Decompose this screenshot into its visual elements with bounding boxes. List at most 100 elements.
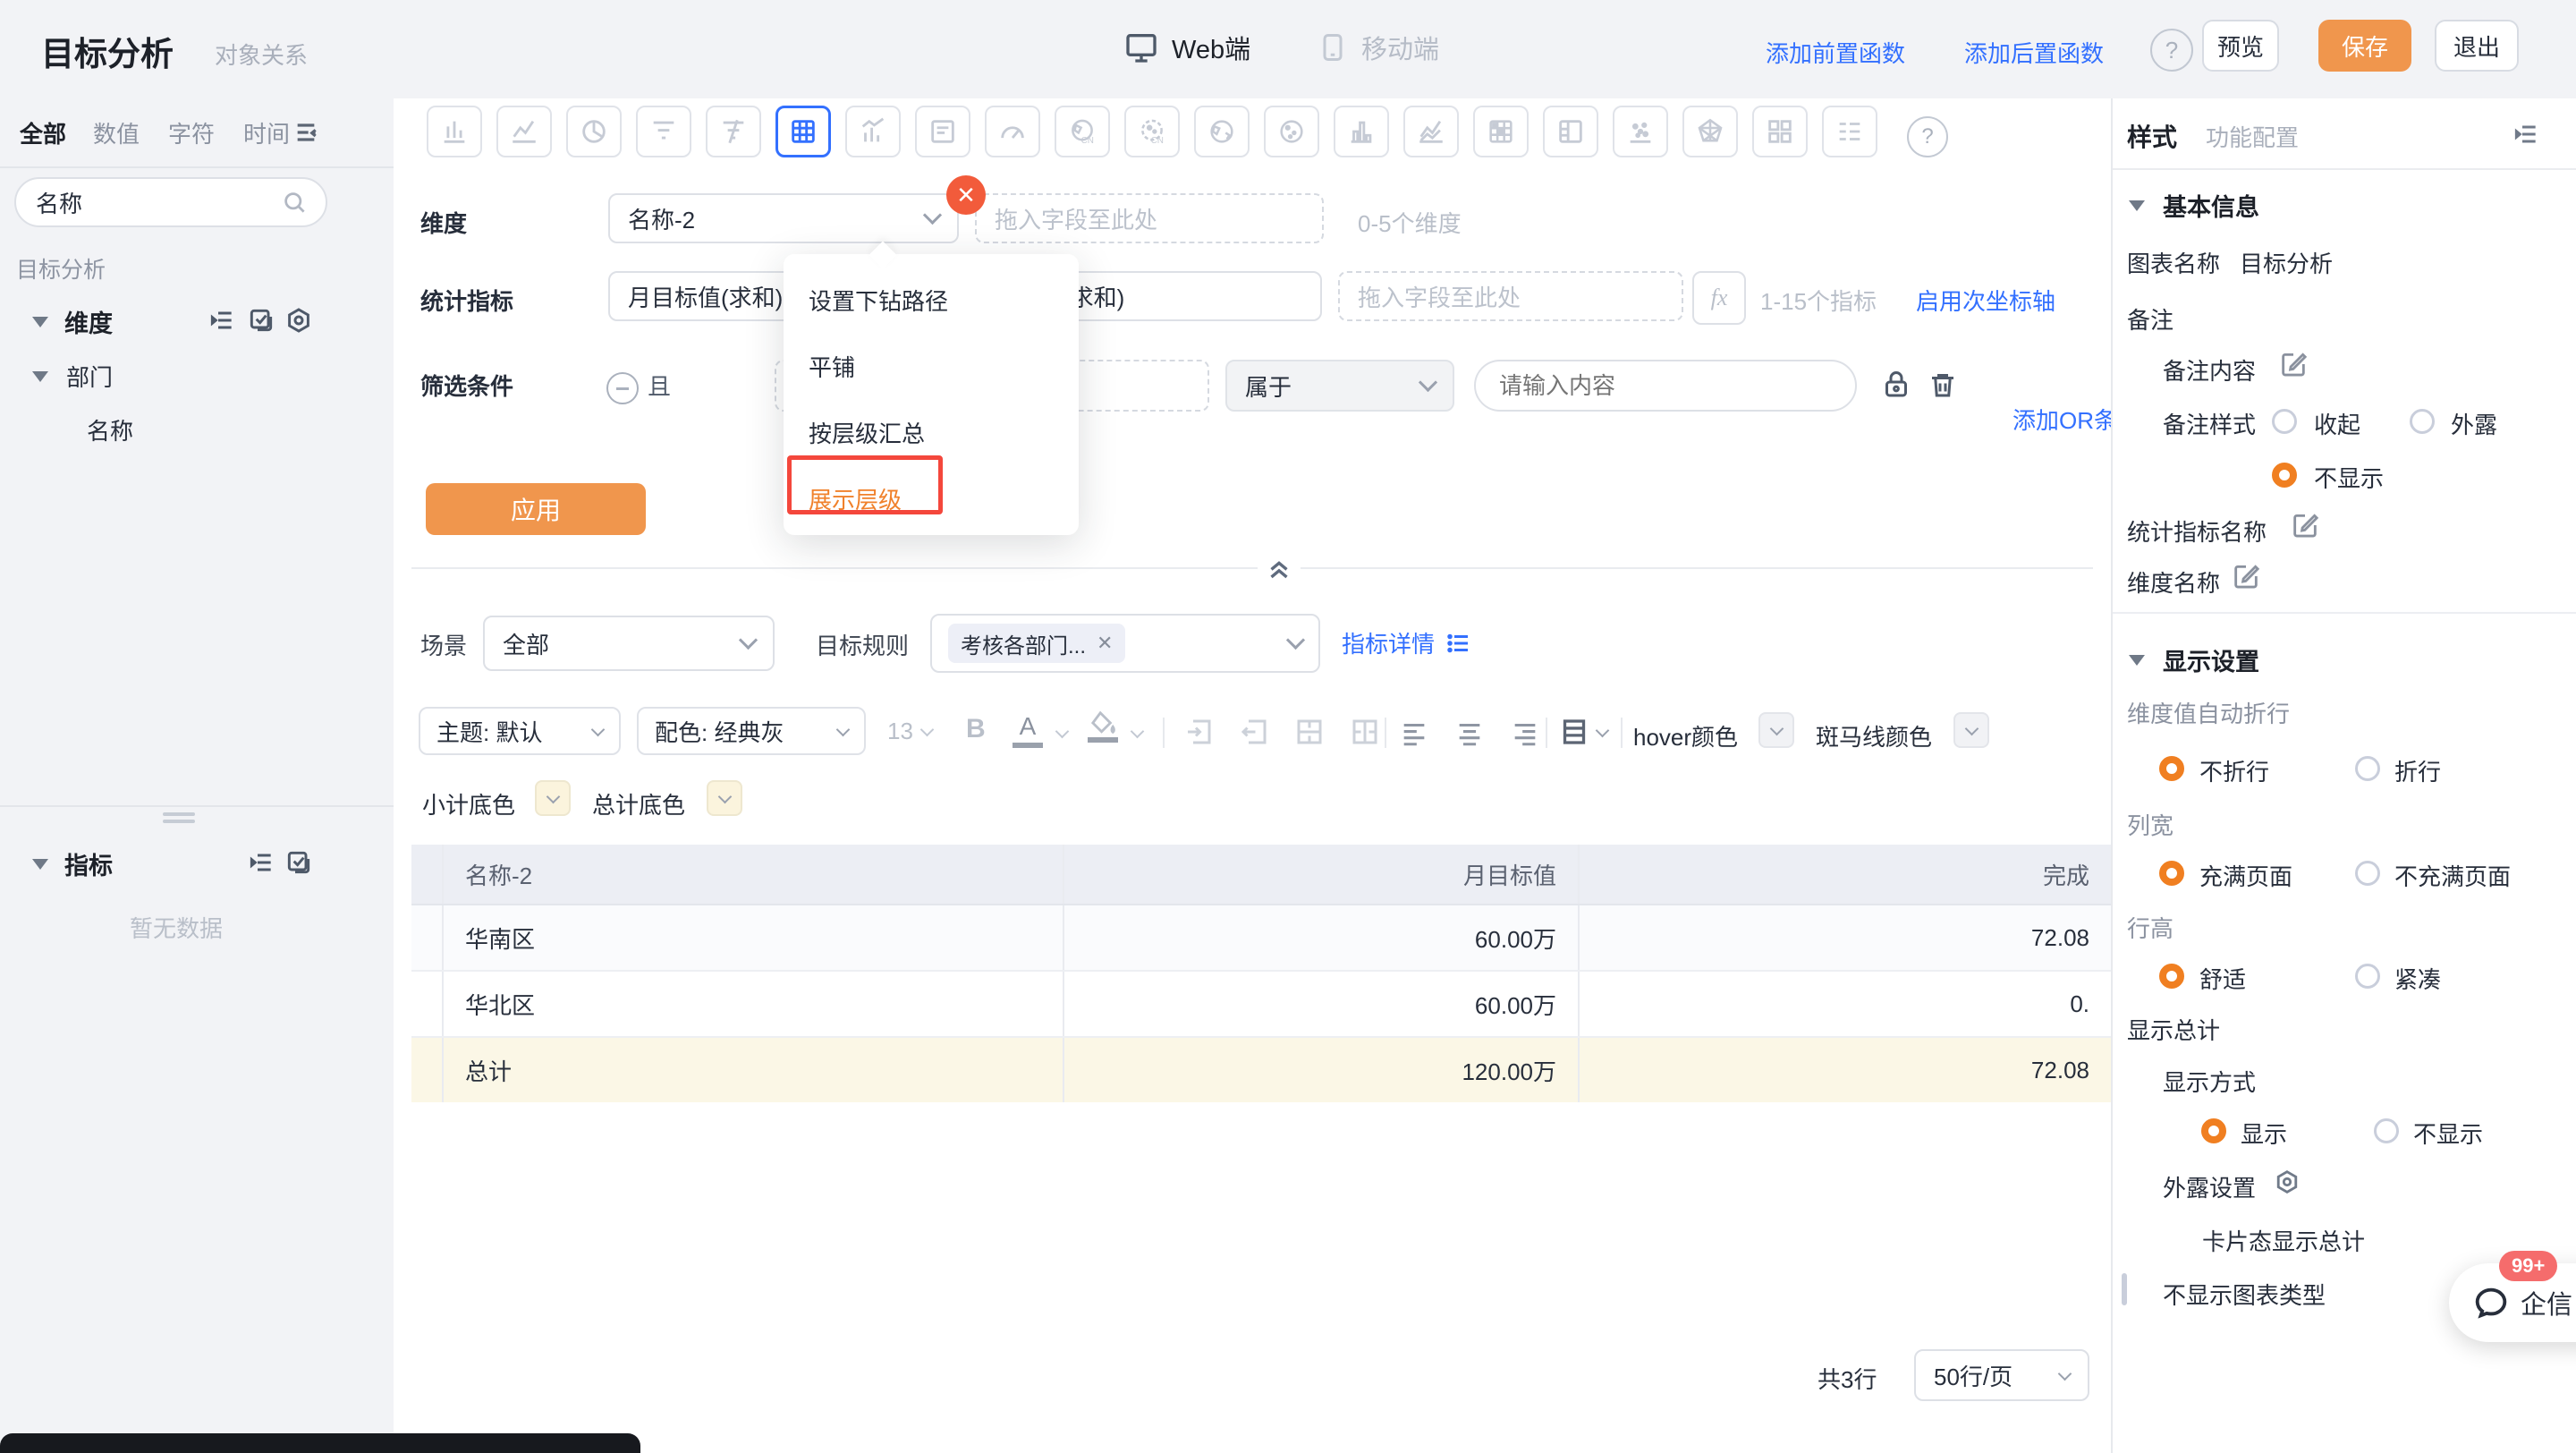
metric-cards-icon[interactable] bbox=[1752, 106, 1808, 157]
caret-down-icon[interactable] bbox=[32, 371, 48, 382]
align-left-icon[interactable] bbox=[1399, 718, 1429, 748]
edit-icon[interactable] bbox=[2290, 510, 2320, 540]
split-rows-icon[interactable] bbox=[1293, 716, 1326, 748]
align-right-icon[interactable] bbox=[1510, 718, 1540, 748]
pivot-table-icon[interactable] bbox=[1473, 106, 1529, 157]
china-bubble-map-icon[interactable]: CN bbox=[1124, 106, 1180, 157]
search-input[interactable] bbox=[34, 188, 281, 217]
add-or-link[interactable]: 添加OR条件 bbox=[2012, 403, 2111, 436]
table-chart-icon[interactable] bbox=[775, 106, 831, 157]
display-settings-section[interactable]: 显示设置 bbox=[2129, 642, 2259, 677]
dimension-field-select[interactable]: 名称-2 bbox=[608, 193, 959, 243]
radio-wrap-label[interactable]: 折行 bbox=[2394, 754, 2441, 787]
radio-expose-label[interactable]: 外露 bbox=[2451, 407, 2497, 440]
card-table-icon[interactable] bbox=[1543, 106, 1598, 157]
pie-chart-icon[interactable] bbox=[566, 106, 622, 157]
china-map-icon[interactable]: CN bbox=[1055, 106, 1110, 157]
radio-fill-page-label[interactable]: 充满页面 bbox=[2199, 859, 2292, 892]
tab-string[interactable]: 字符 bbox=[168, 116, 215, 149]
chevron-down-icon[interactable] bbox=[1131, 725, 1145, 739]
chart-help-icon[interactable]: ? bbox=[1907, 116, 1948, 157]
split-cols-icon[interactable] bbox=[1349, 716, 1381, 748]
radio-hide-note[interactable] bbox=[2272, 463, 2297, 488]
radio-nofill-page-label[interactable]: 不充满页面 bbox=[2394, 859, 2511, 892]
metric-group-row[interactable]: 指标 bbox=[32, 846, 113, 881]
remove-field-icon[interactable]: ✕ bbox=[946, 175, 986, 215]
radio-nowrap-label[interactable]: 不折行 bbox=[2199, 754, 2269, 787]
radio-show-total[interactable] bbox=[2201, 1118, 2226, 1143]
add-pre-function-link[interactable]: 添加前置函数 bbox=[1766, 36, 1905, 69]
tab-mobile[interactable]: 移动端 bbox=[1317, 29, 1439, 66]
radio-comfort-label[interactable]: 舒适 bbox=[2199, 962, 2246, 995]
lock-icon[interactable] bbox=[1880, 369, 1912, 401]
col-header-target[interactable]: 月目标值 bbox=[1064, 845, 1580, 904]
preview-button[interactable]: 预览 bbox=[2202, 20, 2279, 72]
radio-compact[interactable] bbox=[2355, 964, 2380, 989]
filter-value-input[interactable] bbox=[1497, 371, 1834, 401]
dimension-settings-icon[interactable] bbox=[284, 306, 313, 335]
merge-cells-icon[interactable] bbox=[1182, 716, 1215, 748]
radio-collapse[interactable] bbox=[2272, 409, 2297, 434]
edit-icon[interactable] bbox=[2231, 561, 2261, 591]
remove-condition-icon[interactable] bbox=[606, 372, 639, 404]
radio-hide-note-label[interactable]: 不显示 bbox=[2314, 461, 2384, 494]
dimension-batch-select-icon[interactable] bbox=[247, 306, 275, 335]
font-color-icon[interactable]: A bbox=[1013, 712, 1043, 748]
tab-number[interactable]: 数值 bbox=[93, 116, 140, 149]
table-total-row[interactable]: 总计 120.00万 72.08 bbox=[411, 1038, 2111, 1102]
tab-style[interactable]: 样式 bbox=[2127, 118, 2177, 154]
metric-outdent-icon[interactable] bbox=[247, 848, 275, 877]
checkbox-hide-chart-type[interactable] bbox=[2122, 1273, 2127, 1305]
palette-select[interactable]: 配色: 经典灰 bbox=[637, 707, 866, 755]
radio-hide-total[interactable] bbox=[2374, 1118, 2399, 1143]
compare-funnel-icon[interactable] bbox=[706, 106, 761, 157]
radio-fill-page[interactable] bbox=[2159, 861, 2184, 886]
row-height-select[interactable] bbox=[1558, 716, 1607, 748]
caret-down-icon[interactable] bbox=[32, 859, 48, 870]
save-button[interactable]: 保存 bbox=[2318, 20, 2411, 72]
align-center-icon[interactable] bbox=[1454, 718, 1485, 748]
scene-select[interactable]: 全部 bbox=[483, 616, 775, 671]
theme-select[interactable]: 主题: 默认 bbox=[419, 707, 621, 755]
edit-icon[interactable] bbox=[2278, 349, 2309, 379]
radio-comfort[interactable] bbox=[2159, 964, 2184, 989]
expose-settings-gear-icon[interactable] bbox=[2272, 1167, 2302, 1197]
radio-nowrap[interactable] bbox=[2159, 756, 2184, 781]
fill-color-icon[interactable] bbox=[1088, 710, 1118, 743]
filter-operator-select[interactable]: 属于 bbox=[1225, 360, 1454, 412]
chart-name-value[interactable]: 目标分析 bbox=[2240, 246, 2333, 279]
radio-expose[interactable] bbox=[2410, 409, 2435, 434]
hover-color-swatch[interactable] bbox=[1758, 712, 1794, 748]
combo-chart-icon[interactable] bbox=[845, 106, 901, 157]
total-bg-swatch[interactable] bbox=[707, 780, 742, 816]
fx-formula-icon[interactable]: fx bbox=[1692, 271, 1746, 325]
dimension-outdent-icon[interactable] bbox=[208, 306, 236, 335]
world-bubble-map-icon[interactable] bbox=[1264, 106, 1319, 157]
checkbox-hide-chart-type-label[interactable]: 不显示图表类型 bbox=[2163, 1278, 2326, 1311]
page-size-select[interactable]: 50行/页 bbox=[1914, 1349, 2089, 1401]
bold-icon[interactable]: B bbox=[966, 714, 986, 744]
search-icon[interactable] bbox=[281, 189, 308, 216]
dimension-group-row[interactable]: 维度 bbox=[32, 304, 113, 339]
detail-list-icon[interactable] bbox=[1822, 106, 1877, 157]
menu-item-drill-path[interactable]: 设置下钻路径 bbox=[784, 267, 1079, 333]
add-post-function-link[interactable]: 添加后置函数 bbox=[1964, 36, 2104, 69]
table-row[interactable]: 华北区 60.00万 0. bbox=[411, 972, 2111, 1038]
chat-widget[interactable]: 企信 99+ bbox=[2449, 1263, 2576, 1342]
checkbox-card-total-label[interactable]: 卡片态显示总计 bbox=[2202, 1224, 2365, 1257]
tree-node-dept[interactable]: 部门 bbox=[32, 360, 113, 393]
help-icon[interactable]: ? bbox=[2150, 29, 2193, 72]
table-row[interactable]: 华南区 60.00万 72.08 bbox=[411, 905, 2111, 972]
metric-drop-zone[interactable]: 拖入字段至此处 bbox=[1338, 271, 1683, 321]
world-map-icon[interactable] bbox=[1194, 106, 1250, 157]
metric-detail-link[interactable]: 指标详情 bbox=[1342, 626, 1472, 659]
radio-show-total-label[interactable]: 显示 bbox=[2241, 1117, 2287, 1150]
tree-node-name[interactable]: 名称 bbox=[87, 413, 133, 446]
zebra-color-swatch[interactable] bbox=[1953, 712, 1989, 748]
menu-item-flatten[interactable]: 平铺 bbox=[784, 333, 1079, 399]
radio-wrap[interactable] bbox=[2355, 756, 2380, 781]
caret-down-icon[interactable] bbox=[32, 317, 48, 327]
detail-text-icon[interactable] bbox=[915, 106, 970, 157]
apply-button[interactable]: 应用 bbox=[426, 483, 646, 535]
rule-select[interactable]: 考核各部门... ✕ bbox=[930, 614, 1320, 673]
